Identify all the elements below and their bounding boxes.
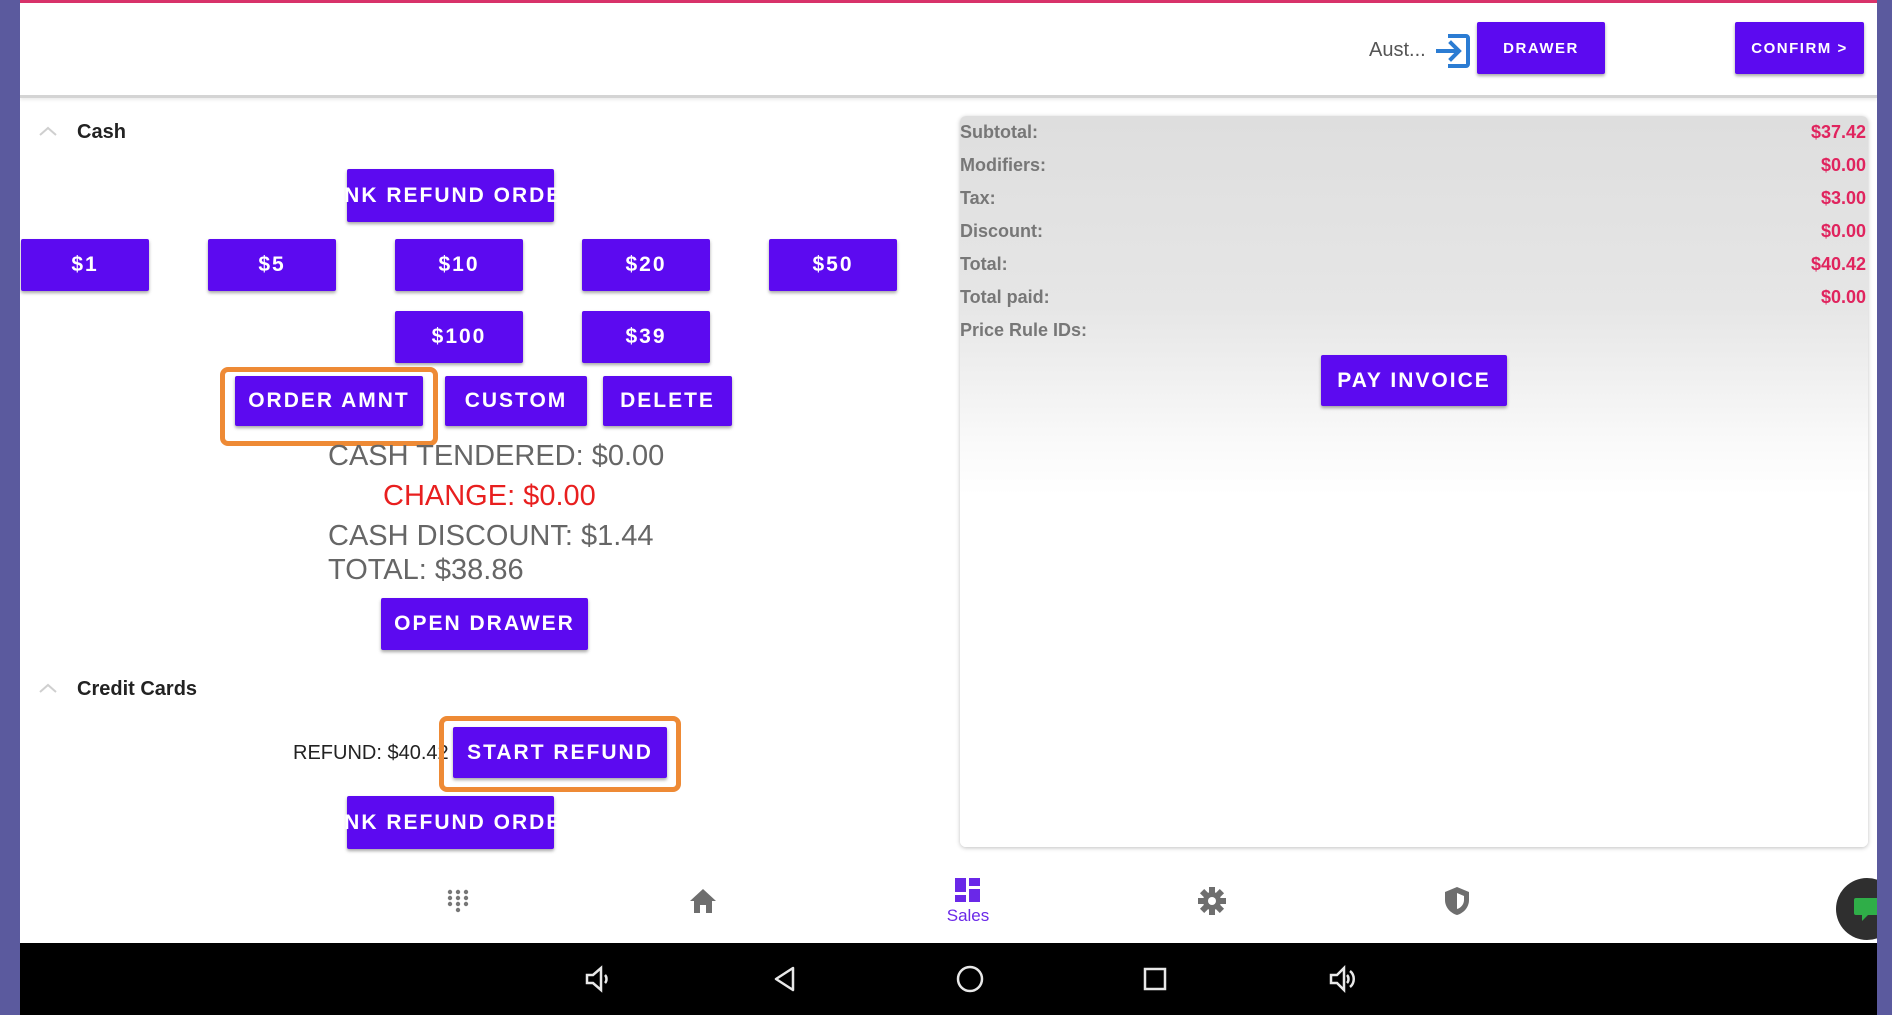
app-window: Aust... DRAWER CONFIRM > Cash LINK REFUN… xyxy=(20,0,1877,1015)
summary-value: $40.42 xyxy=(1810,254,1866,274)
order-summary-card: Subtotal: $37.42 Modifiers: $0.00 Tax: $… xyxy=(960,116,1868,847)
cash-discount-text: CASH DISCOUNT: $1.44 xyxy=(328,520,654,552)
summary-value: $0.00 xyxy=(1820,155,1866,175)
delete-button[interactable]: DELETE xyxy=(603,376,732,426)
summary-label: Discount: xyxy=(960,221,1043,241)
order-amount-button[interactable]: ORDER AMNT xyxy=(235,376,423,426)
home-circle-icon xyxy=(956,965,984,993)
custom-amount-button[interactable]: CUSTOM xyxy=(445,376,587,426)
summary-value: $0.00 xyxy=(1820,221,1866,241)
summary-value: $0.00 xyxy=(1820,287,1866,307)
user-name: Aust... xyxy=(1369,39,1426,61)
gear-icon xyxy=(1198,886,1226,915)
summary-row-modifiers: Modifiers: $0.00 xyxy=(960,155,1868,188)
summary-value: $37.42 xyxy=(1810,122,1866,142)
confirm-button[interactable]: CONFIRM > xyxy=(1735,22,1864,74)
nav-item-settings[interactable] xyxy=(1172,858,1252,943)
denomination-50-button[interactable]: $50 xyxy=(769,239,897,291)
credit-cards-collapse-chevron-icon[interactable] xyxy=(37,681,59,695)
credit-cards-section-title: Credit Cards xyxy=(77,678,198,700)
cash-total-text: TOTAL: $38.86 xyxy=(328,554,524,586)
volume-up-button[interactable] xyxy=(1320,957,1364,1001)
summary-label: Total: xyxy=(960,254,1008,274)
denomination-1-button[interactable]: $1 xyxy=(21,239,149,291)
home-system-button[interactable] xyxy=(948,957,992,1001)
back-button[interactable] xyxy=(763,957,807,1001)
cash-section-title: Cash xyxy=(77,121,126,143)
summary-row-discount: Discount: $0.00 xyxy=(960,221,1868,254)
apps-grid-icon xyxy=(447,889,469,912)
summary-row-subtotal: Subtotal: $37.42 xyxy=(960,122,1868,155)
start-refund-button[interactable]: START REFUND xyxy=(453,727,667,778)
shield-icon xyxy=(1445,886,1469,915)
summary-row-tax: Tax: $3.00 xyxy=(960,188,1868,221)
summary-label: Total paid: xyxy=(960,287,1050,307)
bottom-navigation: Sales xyxy=(20,858,1877,943)
drawer-button[interactable]: DRAWER xyxy=(1477,22,1605,74)
logout-icon[interactable] xyxy=(1434,32,1472,70)
home-icon xyxy=(690,888,716,913)
open-drawer-button[interactable]: OPEN DRAWER xyxy=(381,598,588,650)
link-refund-order-card-button[interactable]: LINK REFUND ORDER xyxy=(322,796,578,849)
volume-down-icon xyxy=(585,965,608,993)
volume-down-button[interactable] xyxy=(575,957,619,1001)
back-triangle-icon xyxy=(774,966,795,992)
denomination-10-button[interactable]: $10 xyxy=(395,239,523,291)
top-bar: Aust... DRAWER CONFIRM > xyxy=(20,3,1877,98)
android-system-bar xyxy=(20,943,1877,1015)
nav-item-sales[interactable]: Sales xyxy=(928,858,1008,943)
summary-value: $3.00 xyxy=(1820,188,1866,208)
denomination-5-button[interactable]: $5 xyxy=(208,239,336,291)
summary-label: Price Rule IDs: xyxy=(960,320,1088,340)
summary-label: Subtotal: xyxy=(960,122,1038,142)
chat-icon xyxy=(1854,898,1877,921)
nav-label-sales: Sales xyxy=(946,905,990,925)
nav-item-home[interactable] xyxy=(663,858,743,943)
summary-row-price-rule-ids: Price Rule IDs: xyxy=(960,320,1868,353)
recents-square-icon xyxy=(1143,967,1167,991)
link-refund-order-button[interactable]: LINK REFUND ORDER xyxy=(322,169,578,222)
dashboard-icon xyxy=(955,877,980,902)
nav-item-apps[interactable] xyxy=(418,858,498,943)
summary-label: Tax: xyxy=(960,188,996,208)
cash-collapse-chevron-icon[interactable] xyxy=(37,124,59,138)
summary-row-total-paid: Total paid: $0.00 xyxy=(960,287,1868,320)
nav-item-security[interactable] xyxy=(1417,858,1497,943)
denomination-39-button[interactable]: $39 xyxy=(582,311,710,363)
denomination-20-button[interactable]: $20 xyxy=(582,239,710,291)
summary-label: Modifiers: xyxy=(960,155,1047,175)
volume-up-icon xyxy=(1329,964,1355,994)
recents-button[interactable] xyxy=(1133,957,1177,1001)
pay-invoice-button[interactable]: PAY INVOICE xyxy=(1321,355,1507,406)
summary-row-total: Total: $40.42 xyxy=(960,254,1868,287)
change-text: CHANGE: $0.00 xyxy=(383,480,596,512)
denomination-100-button[interactable]: $100 xyxy=(395,311,523,363)
cash-tendered-text: CASH TENDERED: $0.00 xyxy=(328,440,665,472)
refund-amount-text: REFUND: $40.42 xyxy=(293,742,449,764)
